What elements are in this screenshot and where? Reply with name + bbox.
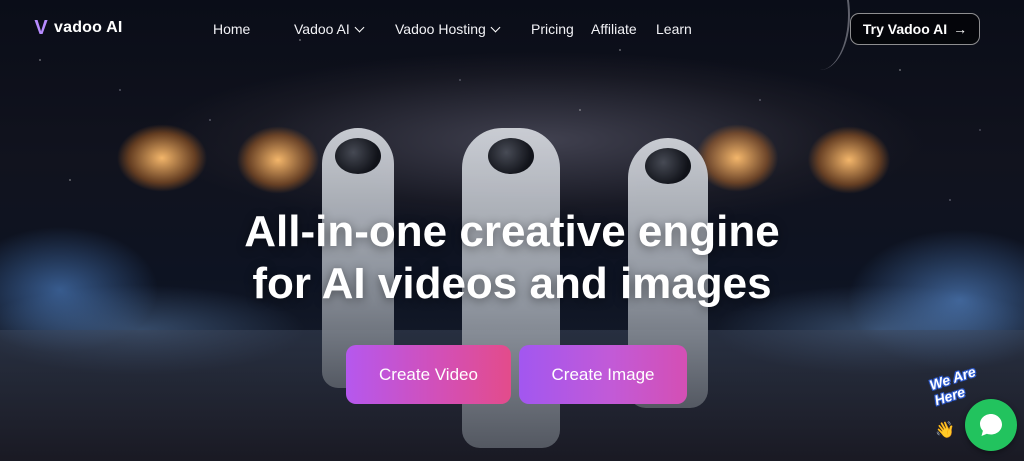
top-navbar: V vadoo AI Home Vadoo AI Vadoo Hosting P… xyxy=(0,0,1024,60)
chat-bubble-icon xyxy=(980,414,1002,436)
chevron-down-icon xyxy=(490,22,501,32)
arrow-right-icon: → xyxy=(953,21,968,37)
cta-label: Try Vadoo AI xyxy=(862,21,948,37)
nav-item-pricing[interactable]: Pricing xyxy=(531,21,574,37)
nav-item-vadoo-ai[interactable]: Vadoo AI xyxy=(294,21,365,37)
headline-line-1: All-in-one creative engine xyxy=(244,207,780,256)
nav-item-label: Pricing xyxy=(531,21,574,37)
nav-item-affiliate[interactable]: Affiliate xyxy=(591,21,637,37)
waving-hand-icon: 👋 xyxy=(935,422,955,439)
nav-item-label: Home xyxy=(213,21,251,37)
nav-item-label: Affiliate xyxy=(591,21,637,37)
chevron-down-icon xyxy=(354,22,365,32)
nav-item-learn[interactable]: Learn xyxy=(656,21,692,37)
nav-item-home[interactable]: Home xyxy=(213,21,250,37)
create-image-button[interactable]: Create Image xyxy=(519,345,687,404)
brand-logo[interactable]: V vadoo AI xyxy=(31,18,123,38)
headline-line-2: for AI videos and images xyxy=(252,259,772,308)
nav-item-label: Vadoo AI xyxy=(294,21,350,37)
try-vadoo-ai-button[interactable]: Try Vadoo AI → xyxy=(850,13,980,45)
nav-item-vadoo-hosting[interactable]: Vadoo Hosting xyxy=(395,21,501,37)
hero-headline: All-in-one creative engine for AI videos… xyxy=(0,206,1024,310)
brand-name: vadoo AI xyxy=(54,19,123,36)
logo-v-icon: V xyxy=(34,17,48,39)
nav-item-label: Learn xyxy=(656,21,692,37)
create-video-button[interactable]: Create Video xyxy=(346,345,511,404)
chat-launcher-button[interactable] xyxy=(965,399,1017,451)
nav-item-label: Vadoo Hosting xyxy=(395,21,486,37)
